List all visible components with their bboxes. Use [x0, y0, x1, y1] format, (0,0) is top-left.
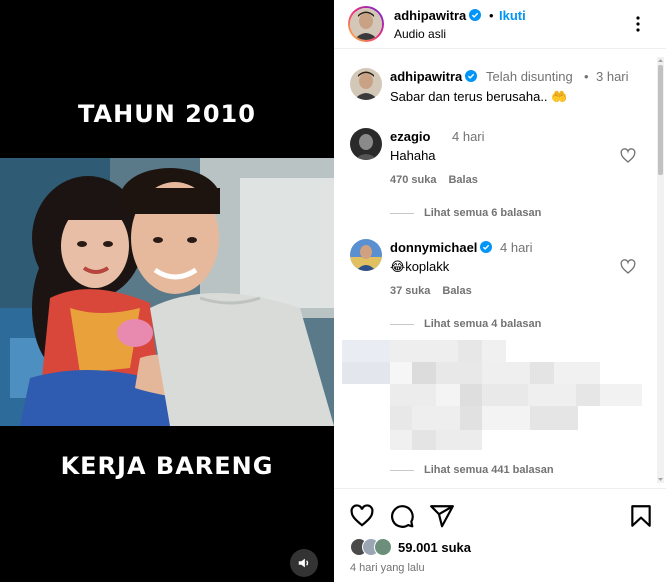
post-panel: adhipawitra • Ikuti Audio asli adhipawit… [334, 0, 666, 582]
heart-icon[interactable] [349, 503, 375, 529]
comment-actions: 470 suka Balas [390, 174, 490, 186]
header-separator: • [489, 8, 494, 23]
comment-likes[interactable]: 470 suka [390, 174, 436, 186]
bookmark-icon[interactable] [628, 503, 654, 529]
scroll-down-icon[interactable] [657, 476, 664, 483]
replies-divider [390, 323, 414, 325]
commenter-avatar[interactable] [350, 68, 382, 100]
author-username-text[interactable]: adhipawitra [394, 8, 466, 23]
comment-text: Hahaha [390, 148, 436, 163]
post-timestamp[interactable]: 4 hari yang lalu [350, 562, 425, 574]
audio-toggle-button[interactable] [290, 549, 318, 577]
comment-text: 😂koplakk [390, 259, 450, 274]
post-header: adhipawitra • Ikuti Audio asli [334, 0, 666, 49]
audio-icon [298, 558, 309, 568]
view-replies-button[interactable]: Lihat semua 6 balasan [390, 207, 541, 219]
scrollbar-thumb[interactable] [658, 65, 663, 175]
commenter-avatar[interactable] [350, 239, 382, 271]
like-comment-heart-icon[interactable] [620, 259, 636, 275]
verified-badge-icon [480, 241, 493, 253]
view-replies-label[interactable]: Lihat semua 6 balasan [424, 207, 541, 219]
comment-actions: 37 suka Balas [390, 285, 484, 297]
commenter-username[interactable]: adhipawitra [390, 69, 478, 84]
replies-divider [390, 212, 414, 214]
commenter-username[interactable]: ezagio [390, 129, 430, 144]
reel-media[interactable]: TAHUN 2010 KERJA BARENG [0, 0, 334, 582]
author-username[interactable]: adhipawitra [394, 8, 482, 23]
commenter-username-text[interactable]: donnymichael [390, 240, 477, 255]
likes-summary[interactable]: 59.001 suka [350, 536, 471, 558]
view-replies-label[interactable]: Lihat semua 4 balasan [424, 318, 541, 330]
follow-button[interactable]: Ikuti [499, 8, 526, 23]
comment-text: Sabar dan terus berusaha.. 🤲 [390, 89, 568, 104]
reel-photo [0, 158, 334, 426]
comment-likes[interactable]: 37 suka [390, 285, 430, 297]
verified-badge-icon [465, 70, 478, 82]
commenter-username-text[interactable]: adhipawitra [390, 69, 462, 84]
post-actions: 59.001 suka 4 hari yang lalu [334, 488, 666, 582]
comment-time[interactable]: 4 hari [500, 240, 533, 255]
edited-label: Telah disunting [486, 69, 573, 84]
replies-divider [390, 469, 414, 471]
audio-link[interactable]: Audio asli [394, 27, 446, 41]
comment-icon[interactable] [389, 503, 415, 529]
pixelated-comment [342, 340, 642, 452]
reply-button[interactable]: Balas [442, 285, 471, 297]
like-comment-heart-icon[interactable] [620, 148, 636, 164]
caption-bottom: KERJA BARENG [60, 452, 274, 480]
share-icon[interactable] [429, 503, 455, 529]
view-replies-button[interactable]: Lihat semua 4 balasan [390, 318, 541, 330]
commenter-username[interactable]: donnymichael [390, 240, 493, 255]
comments-scrollbar[interactable] [657, 57, 664, 483]
comment-time[interactable]: 3 hari [596, 69, 629, 84]
view-replies-label[interactable]: Lihat semua 441 balasan [424, 464, 554, 476]
reply-button[interactable]: Balas [448, 174, 477, 186]
scroll-up-icon[interactable] [657, 57, 664, 64]
comments-list[interactable]: adhipawitra Telah disunting • 3 hari Sab… [334, 50, 666, 488]
liker-avatar [374, 538, 392, 556]
likes-count[interactable]: 59.001 suka [398, 540, 471, 555]
commenter-avatar[interactable] [350, 128, 382, 160]
meta-separator: • [584, 69, 589, 84]
comment-time[interactable]: 4 hari [452, 129, 485, 144]
caption-top: TAHUN 2010 [78, 100, 256, 128]
verified-badge-icon [469, 9, 482, 21]
author-avatar[interactable] [348, 6, 384, 42]
view-replies-button[interactable]: Lihat semua 441 balasan [390, 464, 554, 476]
more-options-icon[interactable] [628, 14, 648, 34]
